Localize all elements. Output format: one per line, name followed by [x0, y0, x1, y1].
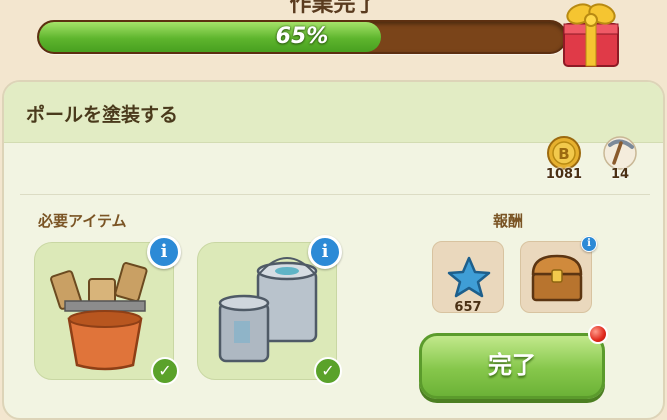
- task-title: ポールを塗装する: [26, 104, 179, 126]
- progress-bar: 65%: [37, 20, 567, 54]
- coin-resource: B 1081: [541, 135, 587, 189]
- svg-text:B: B: [558, 145, 569, 163]
- pickaxe-amount: 14: [610, 167, 630, 182]
- checkmark-icon: ✓: [314, 357, 342, 385]
- pickaxe-resource: 14: [597, 135, 643, 189]
- info-icon[interactable]: i: [581, 236, 597, 252]
- star-amount: 657: [454, 300, 482, 315]
- reward-item-chest[interactable]: i: [520, 236, 597, 313]
- pickaxe-icon: [603, 136, 637, 170]
- required-items-label: 必要アイテム: [38, 212, 127, 230]
- progress-label: 65%: [275, 24, 329, 49]
- gift-icon[interactable]: [558, 0, 624, 68]
- treasure-chest-icon: [531, 254, 583, 302]
- coin-icon: B: [547, 136, 581, 170]
- required-item-brushes[interactable]: i ✓: [34, 235, 181, 385]
- rewards-label: 報酬: [493, 212, 524, 230]
- notification-dot: [588, 324, 608, 344]
- complete-button[interactable]: 完了: [419, 333, 605, 399]
- reward-item-star[interactable]: 657: [432, 241, 504, 315]
- required-item-paint-cans[interactable]: i ✓: [197, 235, 342, 385]
- task-header: ポールを塗装する: [4, 82, 663, 143]
- info-icon[interactable]: i: [147, 235, 181, 269]
- coin-amount: 1081: [545, 167, 583, 182]
- divider: [20, 194, 650, 195]
- info-icon[interactable]: i: [308, 235, 342, 269]
- checkmark-icon: ✓: [151, 357, 179, 385]
